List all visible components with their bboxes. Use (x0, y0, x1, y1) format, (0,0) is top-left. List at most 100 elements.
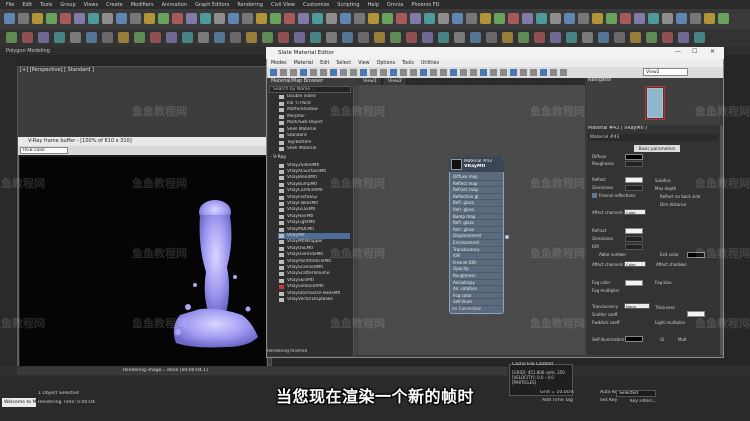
close-icon[interactable]: ✕ (710, 48, 715, 55)
material-name-field[interactable]: Material #43 (588, 134, 718, 141)
toolbar-tool-icon[interactable] (368, 13, 379, 24)
ior-field[interactable] (625, 244, 643, 250)
node-slot[interactable]: Refl. gloss (452, 200, 502, 207)
browser-item[interactable]: Standard (278, 133, 350, 139)
menu-item[interactable]: Tools (40, 2, 52, 8)
menu-item[interactable]: Graph Editors (195, 2, 229, 8)
menu-item[interactable]: Phoenix FD (411, 2, 439, 8)
toolbar-tool-icon[interactable] (564, 13, 575, 24)
slate-menu-item[interactable]: Utilities (421, 61, 439, 66)
slate-tool-icon[interactable] (390, 69, 397, 76)
fog-color-swatch[interactable] (625, 280, 643, 286)
toolbar-tool-icon[interactable] (74, 13, 85, 24)
toolbar-tool-icon[interactable] (118, 32, 129, 43)
toolbar-tool-icon[interactable] (536, 13, 547, 24)
menu-item[interactable]: Create (106, 2, 123, 8)
slate-tool-icon[interactable] (450, 69, 457, 76)
toolbar-tool-icon[interactable] (22, 32, 33, 43)
roughness-field[interactable] (625, 161, 643, 167)
toolbar-tool-icon[interactable] (166, 32, 177, 43)
browser-item[interactable]: Shell Material (278, 127, 350, 133)
slate-tool-icon[interactable] (280, 69, 287, 76)
toolbar-tool-icon[interactable] (214, 13, 225, 24)
toolbar-tool-icon[interactable] (694, 32, 705, 43)
toolbar-tool-icon[interactable] (518, 32, 529, 43)
toolbar-tool-icon[interactable] (38, 32, 49, 43)
slate-tool-icon[interactable] (500, 69, 507, 76)
slate-tool-icon[interactable] (530, 69, 537, 76)
toolbar-tool-icon[interactable] (158, 13, 169, 24)
node-slot[interactable]: Translucency (452, 247, 502, 254)
slate-tool-icon[interactable] (540, 69, 547, 76)
minimize-icon[interactable]: — (675, 48, 681, 55)
toolbar-tool-icon[interactable] (32, 13, 43, 24)
toolbar-tool-icon[interactable] (256, 13, 267, 24)
reflect-swatch[interactable] (625, 177, 643, 183)
slate-tool-icon[interactable] (520, 69, 527, 76)
refract-swatch[interactable] (625, 228, 643, 234)
toolbar-tool-icon[interactable] (270, 13, 281, 24)
toolbar-tool-icon[interactable] (550, 13, 561, 24)
viewport-label[interactable]: [+] [Perspective] [ Standard ] (20, 67, 94, 73)
toolbar-tool-icon[interactable] (466, 13, 477, 24)
toolbar-tool-icon[interactable] (502, 32, 513, 43)
self-illum-swatch[interactable] (625, 336, 643, 342)
node-slot[interactable]: Refl. gloss (452, 220, 502, 227)
toolbar-tool-icon[interactable] (550, 32, 561, 43)
node-output-socket[interactable] (505, 235, 509, 239)
glossiness-field[interactable] (625, 185, 643, 191)
browser-item[interactable]: VRaySimbiontMtl (278, 284, 350, 290)
slate-menu-item[interactable]: Material (294, 61, 314, 66)
timeline-slider[interactable] (17, 367, 507, 375)
toolbar-tool-icon[interactable] (630, 32, 641, 43)
toolbar-tool-icon[interactable] (410, 13, 421, 24)
toolbar-tool-icon[interactable] (278, 32, 289, 43)
browser-item[interactable]: VRayFastSSS2 (278, 195, 350, 201)
maximize-icon[interactable]: ☐ (692, 48, 697, 55)
refract-affect-select[interactable]: Color only (624, 261, 646, 272)
browser-item[interactable]: Multi/Sub-Object (278, 120, 350, 126)
toolbar-tool-icon[interactable] (228, 13, 239, 24)
slate-tool-icon[interactable] (430, 69, 437, 76)
slate-tool-icon[interactable] (400, 69, 407, 76)
slate-tool-icon[interactable] (380, 69, 387, 76)
toolbar-tool-icon[interactable] (358, 32, 369, 43)
slate-tool-icon[interactable] (300, 69, 307, 76)
toolbar-tool-icon[interactable] (312, 13, 323, 24)
menu-item[interactable]: Scripting (337, 2, 359, 8)
toolbar-tool-icon[interactable] (340, 13, 351, 24)
toolbar-tool-icon[interactable] (150, 32, 161, 43)
toolbar-tool-icon[interactable] (214, 32, 225, 43)
toolbar-tool-icon[interactable] (382, 13, 393, 24)
toolbar-tool-icon[interactable] (662, 32, 673, 43)
toolbar-tool-icon[interactable] (454, 32, 465, 43)
toolbar-tool-icon[interactable] (566, 32, 577, 43)
node-slot[interactable]: Anisotropy (452, 280, 502, 287)
toolbar-tool-icon[interactable] (578, 13, 589, 24)
diffuse-swatch[interactable] (625, 154, 643, 160)
toolbar-tool-icon[interactable] (690, 13, 701, 24)
node-slot[interactable]: An. rotation (452, 286, 502, 293)
toolbar-tool-icon[interactable] (620, 13, 631, 24)
toolbar-tool-icon[interactable] (662, 13, 673, 24)
toolbar-tool-icon[interactable] (678, 32, 689, 43)
toolbar-tool-icon[interactable] (406, 32, 417, 43)
node-slot[interactable]: IOR (452, 253, 502, 260)
slate-tool-icon[interactable] (370, 69, 377, 76)
tab-view2[interactable]: View2 (384, 78, 407, 85)
toolbar-tool-icon[interactable] (284, 13, 295, 24)
toolbar-tool-icon[interactable] (4, 13, 15, 24)
menu-item[interactable]: Civil View (271, 2, 295, 8)
menu-item[interactable]: Edit (22, 2, 32, 8)
toolbar-tool-icon[interactable] (634, 13, 645, 24)
browser-item[interactable]: VRayGLSLMtl (278, 207, 350, 213)
toolbar-tool-icon[interactable] (172, 13, 183, 24)
toolbar-tool-icon[interactable] (494, 13, 505, 24)
slate-tool-icon[interactable] (330, 69, 337, 76)
slate-tool-icon[interactable] (550, 69, 557, 76)
browser-item[interactable]: VRayFlakesMtl (278, 201, 350, 207)
toolbar-tool-icon[interactable] (508, 13, 519, 24)
slate-menu-item[interactable]: Edit (320, 61, 329, 66)
menu-item[interactable]: Help (368, 2, 379, 8)
toolbar-tool-icon[interactable] (134, 32, 145, 43)
